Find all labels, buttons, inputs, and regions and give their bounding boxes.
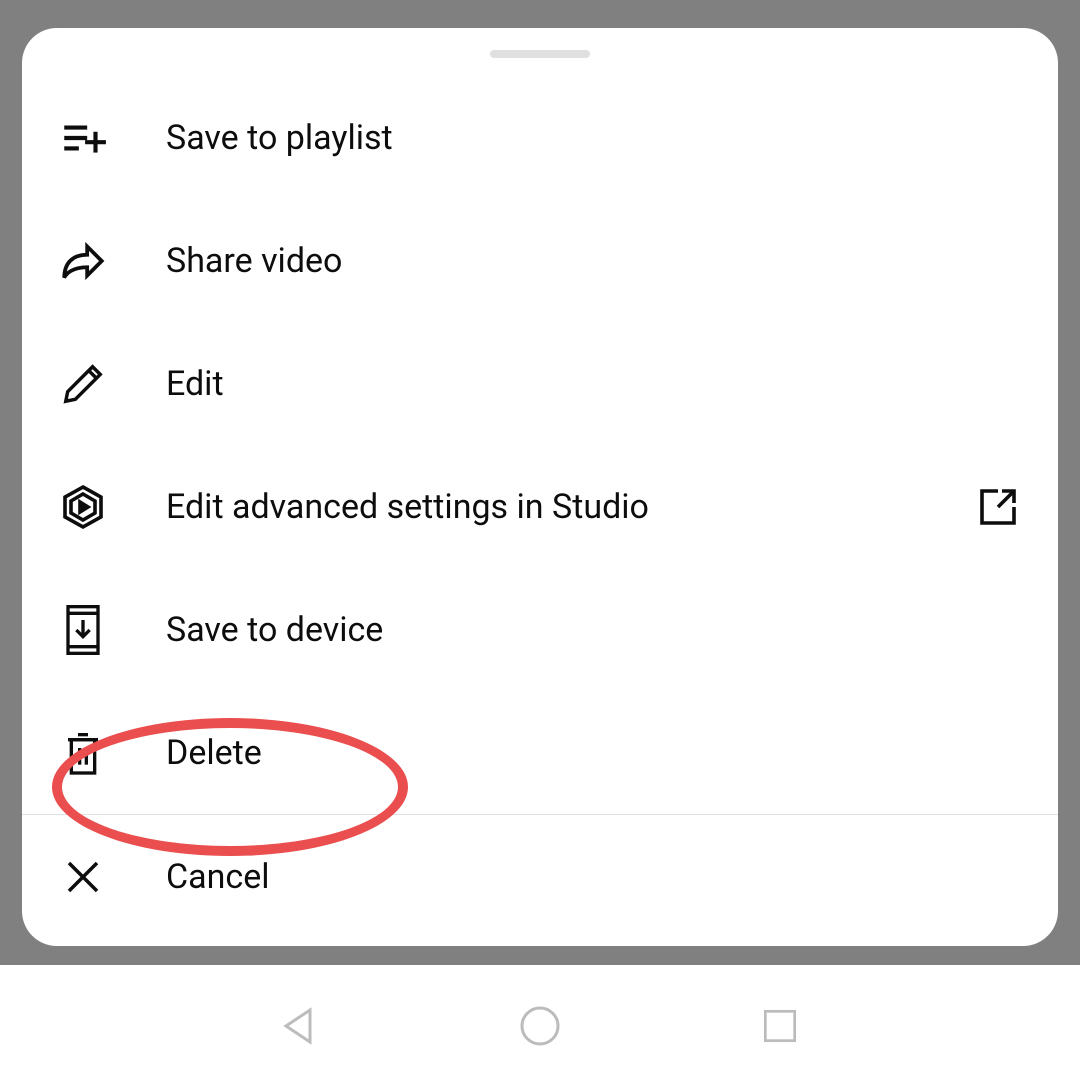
menu-label: Delete — [166, 733, 1022, 773]
home-button[interactable] — [510, 996, 570, 1056]
external-link-icon — [974, 483, 1022, 531]
menu-label: Save to playlist — [166, 118, 1022, 158]
drag-handle[interactable] — [490, 50, 590, 58]
edit-advanced-item[interactable]: Edit advanced settings in Studio — [22, 445, 1058, 568]
delete-item[interactable]: Delete — [22, 691, 1058, 814]
share-icon — [58, 236, 108, 286]
pencil-icon — [58, 359, 108, 409]
trash-icon — [58, 728, 108, 778]
back-button[interactable] — [270, 996, 330, 1056]
menu-label: Share video — [166, 241, 1022, 281]
menu-label: Edit advanced settings in Studio — [166, 487, 974, 527]
save-to-playlist-item[interactable]: Save to playlist — [22, 76, 1058, 199]
edit-item[interactable]: Edit — [22, 322, 1058, 445]
save-to-device-item[interactable]: Save to device — [22, 568, 1058, 691]
studio-icon — [58, 482, 108, 532]
recents-button[interactable] — [750, 996, 810, 1056]
system-nav-bar — [0, 965, 1080, 1086]
playlist-add-icon — [58, 113, 108, 163]
cancel-item[interactable]: Cancel — [22, 815, 1058, 938]
share-video-item[interactable]: Share video — [22, 199, 1058, 322]
download-device-icon — [58, 605, 108, 655]
close-icon — [58, 852, 108, 902]
bottom-sheet: Save to playlist Share video Edit E — [22, 28, 1058, 946]
menu-label: Edit — [166, 364, 1022, 404]
menu-label: Save to device — [166, 610, 1022, 650]
menu-label: Cancel — [166, 857, 1022, 897]
